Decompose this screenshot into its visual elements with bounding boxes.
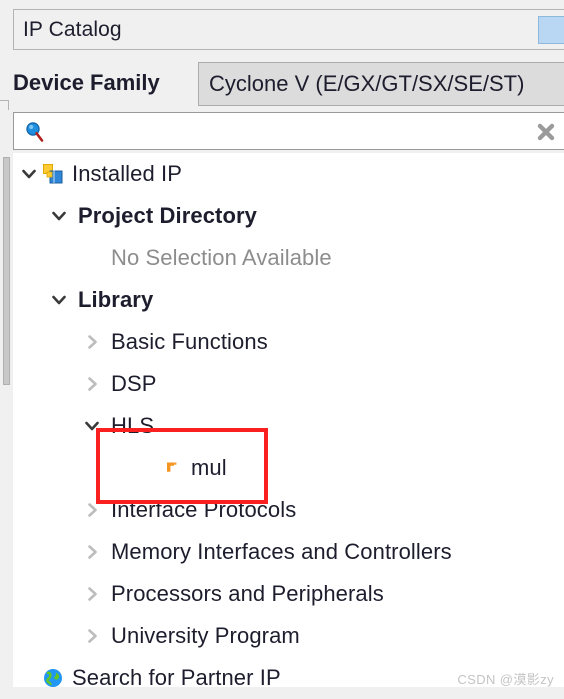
clear-x-icon[interactable]	[534, 120, 558, 144]
tree-row[interactable]: DSP	[13, 363, 564, 405]
chevron-down-icon[interactable]	[48, 207, 70, 225]
tree-row[interactable]: Library	[13, 279, 564, 321]
globe-icon	[40, 667, 66, 687]
tree-row-label: University Program	[111, 623, 300, 648]
tree-row-label: No Selection Available	[111, 245, 332, 270]
ip-catalog-window: IP Catalog Device Family Cyclone V (E/GX…	[0, 0, 564, 699]
device-family-row: Device Family Cyclone V (E/GX/GT/SX/SE/S…	[0, 59, 564, 109]
tree-row-label: Library	[78, 287, 154, 312]
chevron-right-icon[interactable]	[81, 333, 103, 351]
ip-core-icon	[159, 459, 185, 477]
chevron-down-icon[interactable]	[81, 417, 103, 435]
tree-row-label: Processors and Peripherals	[111, 581, 384, 606]
tree-row[interactable]: University Program	[13, 615, 564, 657]
search-input[interactable]	[13, 112, 564, 150]
page-title: IP Catalog	[23, 17, 122, 41]
titlebar-corner-button[interactable]	[538, 16, 564, 44]
chevron-right-icon[interactable]	[81, 585, 103, 603]
tree-row-label: DSP	[111, 371, 157, 396]
chevron-right-icon[interactable]	[81, 501, 103, 519]
tree-row[interactable]: mul	[13, 447, 564, 489]
tree-row-label: HLS	[111, 413, 155, 438]
chevron-right-icon[interactable]	[81, 375, 103, 393]
tree-row-label: Search for Partner IP	[72, 665, 281, 687]
chevron-down-icon[interactable]	[18, 165, 40, 183]
chevron-right-icon[interactable]	[81, 627, 103, 645]
tree-row[interactable]: Memory Interfaces and Controllers	[13, 531, 564, 573]
tree-row[interactable]: Installed IP	[13, 153, 564, 195]
tree-scrollbar-thumb[interactable]	[3, 157, 10, 385]
search-icon	[24, 121, 46, 143]
tree-row[interactable]: Basic Functions	[13, 321, 564, 363]
chevron-right-icon[interactable]	[81, 543, 103, 561]
window-titlebar: IP Catalog	[13, 9, 564, 50]
tree-row-label: Basic Functions	[111, 329, 268, 354]
tree-row[interactable]: Project Directory	[13, 195, 564, 237]
tree-row-label: Project Directory	[78, 203, 257, 228]
device-family-selected-value: Cyclone V (E/GX/GT/SX/SE/ST)	[209, 71, 525, 96]
bottom-strip	[0, 687, 564, 699]
panel-edge-notch	[0, 100, 9, 110]
device-family-dropdown[interactable]: Cyclone V (E/GX/GT/SX/SE/ST)	[198, 62, 564, 106]
watermark: CSDN @漠影zy	[457, 672, 554, 687]
tree-row-label: Memory Interfaces and Controllers	[111, 539, 452, 564]
installed-ip-icon	[40, 163, 66, 185]
ip-catalog-tree: Installed IP Project Directory No Selectio…	[13, 153, 564, 687]
tree-row[interactable]: Interface Protocols	[13, 489, 564, 531]
chevron-down-icon[interactable]	[48, 291, 70, 309]
tree-row-label: mul	[191, 455, 227, 480]
tree-row-label: Installed IP	[72, 161, 183, 186]
tree-row[interactable]: Processors and Peripherals	[13, 573, 564, 615]
device-family-label: Device Family	[13, 70, 160, 95]
tree-row[interactable]: No Selection Available	[13, 237, 564, 279]
tree-row-label: Interface Protocols	[111, 497, 297, 522]
tree-row[interactable]: HLS	[13, 405, 564, 447]
